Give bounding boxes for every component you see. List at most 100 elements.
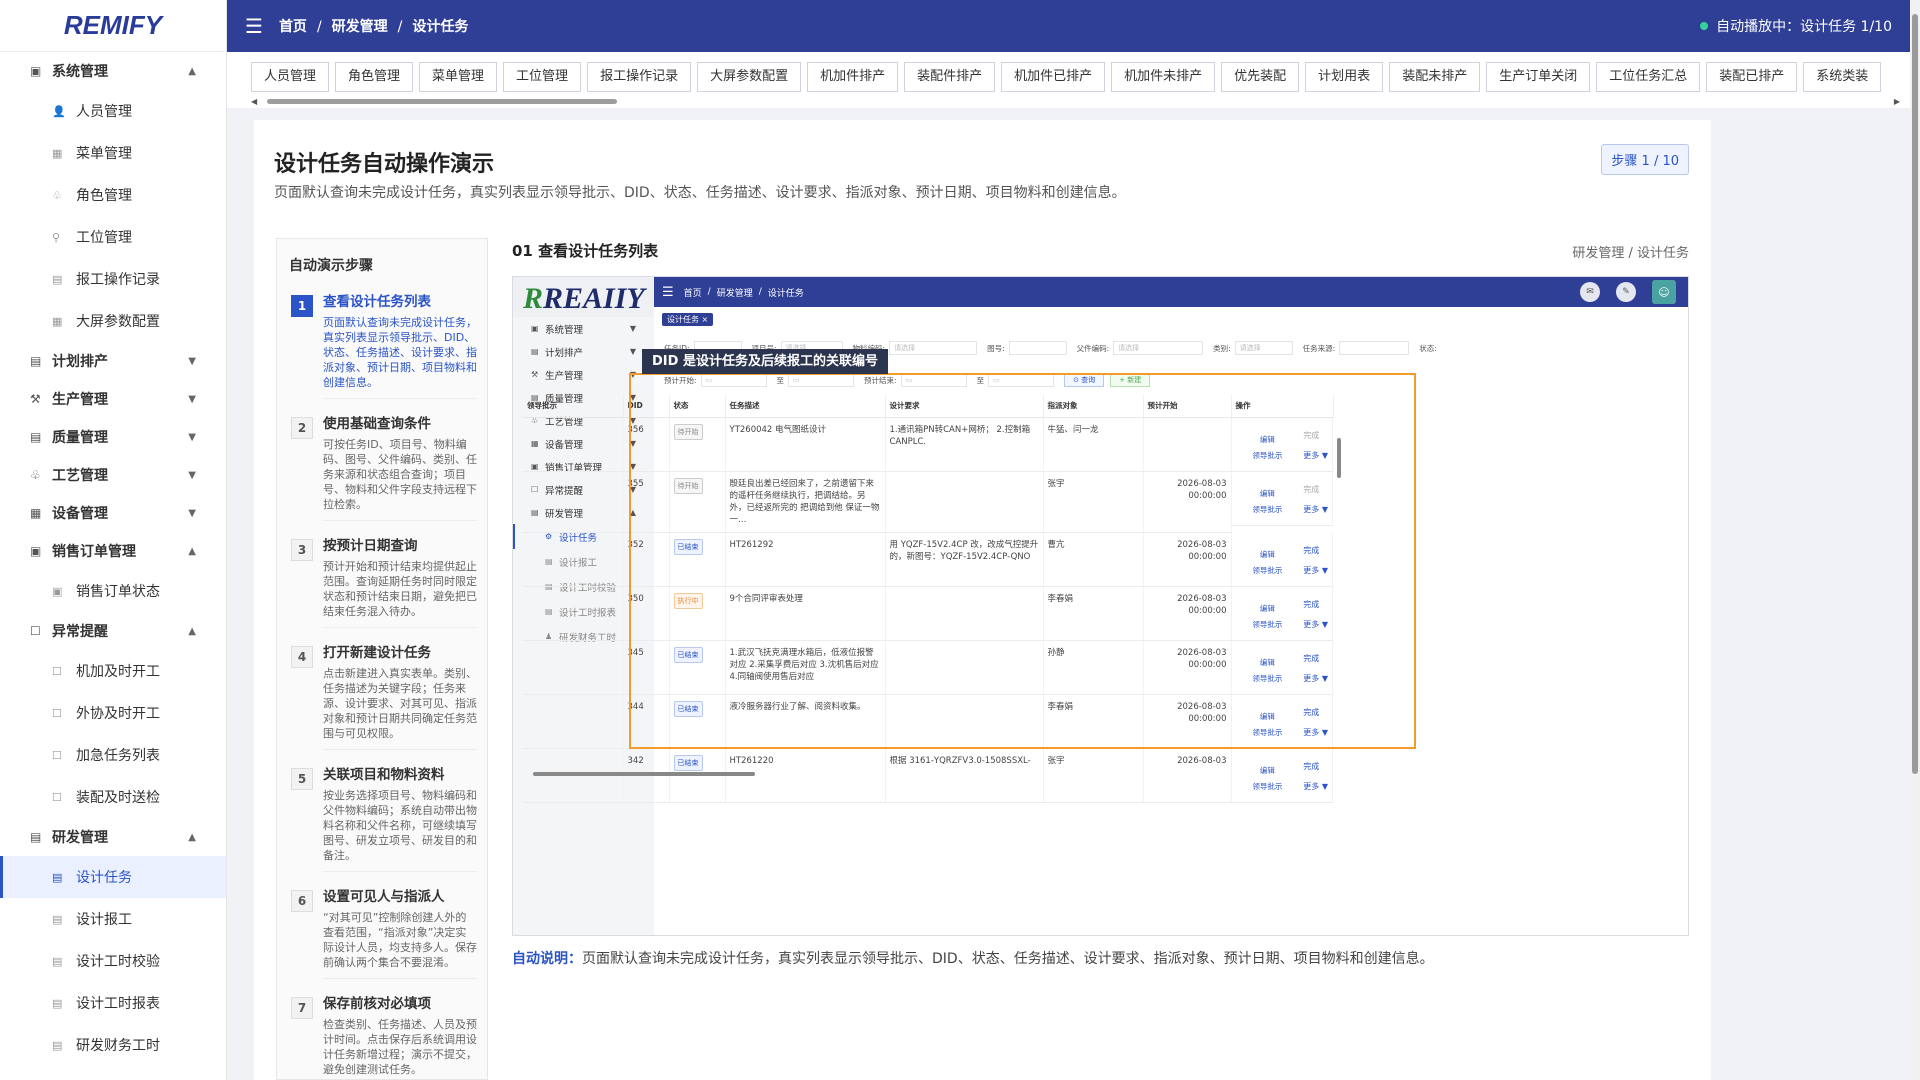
tab-tag[interactable]: 报工操作记录 [587,62,692,92]
tab-tag[interactable]: 角色管理 [335,62,414,92]
inner-cell-review [523,640,624,695]
page-scrollbar[interactable] [1910,0,1920,1080]
tab-tag[interactable]: 菜单管理 [419,62,498,92]
status-badge: 已结束 [673,755,703,771]
sidebar-item-label: 销售订单状态 [76,584,160,600]
sidebar-item-label: 设备管理 [52,506,108,522]
chevron-down-icon: ▼ [188,355,196,367]
inner-chevron-icon: ▼ [629,324,636,333]
sidebar-group[interactable]: ♧ 工艺管理 ▼ [0,456,226,494]
sidebar-item[interactable]: ▤ 设计工时校验 [0,940,226,982]
doc-icon: ▤ [52,1038,63,1052]
step-item[interactable]: 6 设置可见人与指派人 “对其可见”控制除创建人外的查看范围，“指派对象”决定实际设… [277,880,487,987]
sidebar-item[interactable]: ▦ 大屏参数配置 [0,300,226,342]
step-title: 按预计日期查询 [323,538,418,554]
sidebar-item[interactable]: ⚲ 工位管理 [0,216,226,258]
tab-tag[interactable]: 机加件已排产 [1001,62,1106,92]
doc-icon: ▤ [52,954,63,968]
breadcrumb-rd[interactable]: 研发管理 [332,19,388,35]
tab-tag[interactable]: 优先装配 [1221,62,1300,92]
inner-sidebar-icon: ⚒ [531,370,539,379]
sidebar-group[interactable]: ▤ 计划排产 ▼ [0,342,226,380]
sidebar-item[interactable]: ▤ 设计工时报表 [0,982,226,1024]
inner-chevron-icon: ▼ [629,347,636,356]
inner-filter-input: 请选择 [889,341,978,355]
tab-tag[interactable]: 工位管理 [503,62,582,92]
sidebar-item[interactable]: 👤 人员管理 [0,90,226,132]
checkbox-icon: ☐ [52,664,62,678]
sidebar-item-label: 工位管理 [76,230,132,246]
sidebar-group[interactable]: ⚒ 生产管理 ▼ [0,380,226,418]
sidebar-item[interactable]: ▤ 报工操作记录 [0,258,226,300]
sidebar-group[interactable]: ▣ 销售订单管理 ▲ [0,532,226,570]
page-scrollbar-thumb[interactable] [1912,14,1918,774]
step-item[interactable]: 4 打开新建设计任务 点击新建进入真实表单。类别、任务描述为关键字段；任务来源、设计… [277,636,487,758]
inner-top-bar: ☰ 首页 / 研发管理 / 设计任务 ✉ ✎ ☺ [654,277,1688,307]
sidebar-group[interactable]: ▣ 系统管理 ▲ [0,52,226,90]
menu-toggle-icon[interactable]: ☰ [245,14,263,38]
sidebar-group[interactable]: ▤ 质量管理 ▼ [0,418,226,456]
tab-tag[interactable]: 装配已排产 [1706,62,1798,92]
step-item[interactable]: 2 使用基础查询条件 可按任务ID、项目号、物料编码、图号、父件编码、类别、任务来源… [277,407,487,529]
tag-list: 人员管理 角色管理 菜单管理 工位管理 报工操作记录 大屏参数配置 机加件排产 装配件排产 机加… [251,62,1887,92]
tags-scrollbar-thumb[interactable] [267,99,617,104]
step-item[interactable]: 7 保存前核对必填项 检查类别、任务描述、人员及预计时间。点击保存后系统调用设计任务… [277,987,487,1079]
inner-filter-label: 任务来源: [1302,343,1336,353]
chevron-up-icon: ▲ [188,65,196,77]
sidebar-item[interactable]: ☐ 机加及时开工 [0,650,226,692]
step-number: 5 [291,768,313,790]
current-step-title: 01 查看设计任务列表 [512,242,659,260]
sidebar-item-label: 工艺管理 [52,468,108,484]
tab-tag[interactable]: 机加件排产 [807,62,899,92]
tab-tag[interactable]: 机加件未排产 [1111,62,1216,92]
sidebar-item[interactable]: ▣ 销售订单状态 [0,570,226,612]
sidebar-group[interactable]: ▤ 研发管理 ▲ [0,818,226,856]
inner-breadcrumb-current: 设计任务 [767,288,804,299]
sidebar-item[interactable]: ☐ 装配及时送检 [0,776,226,818]
tab-tag[interactable]: 人员管理 [251,62,330,92]
status-dot-icon [1700,22,1709,30]
sidebar-group[interactable]: ▦ 设备管理 ▼ [0,494,226,532]
autoplay-status-text: 自动播放中：设计任务 1/10 [1716,19,1892,35]
sidebar-item[interactable]: ▤ 研发财务工时 [0,1024,226,1066]
tab-tag[interactable]: 系统类装 [1803,62,1882,92]
step-item[interactable]: 1 查看设计任务列表 页面默认查询未完成设计任务，真实列表显示领导批示、DID、状态… [277,285,487,407]
inner-cell-review [523,586,624,641]
tab-tag[interactable]: 大屏参数配置 [697,62,802,92]
doc-icon: ▤ [30,830,42,844]
tab-tag[interactable]: 装配未排产 [1389,62,1481,92]
tab-tag[interactable]: 计划用表 [1305,62,1384,92]
inner-tabs: 设计任务 × [654,307,1688,326]
sidebar-item-label: 人员管理 [76,104,132,120]
step-content: 打开新建设计任务 点击新建进入真实表单。类别、任务描述为关键字段；任务来源、设计要… [323,644,477,750]
chevron-down-icon: ▼ [188,431,196,443]
tab-tag[interactable]: 装配件排产 [904,62,996,92]
highlight-box [629,373,1416,749]
sidebar-item[interactable]: ☐ 外协及时开工 [0,692,226,734]
sidebar-item[interactable]: ▦ 菜单管理 [0,132,226,174]
sidebar-group[interactable]: ☐ 异常提醒 ▲ [0,612,226,650]
sidebar-item[interactable]: ▤ 设计任务 [0,856,226,898]
breadcrumb-home[interactable]: 首页 [279,19,307,35]
inner-sidebar-icon: ▣ [531,324,539,333]
grid-icon: ▦ [52,146,63,160]
tab-tag[interactable]: 生产订单关闭 [1486,62,1591,92]
chevron-up-icon: ▲ [188,545,196,557]
doc-icon: ▤ [52,996,63,1010]
scroll-left-icon[interactable]: ◀ [251,97,257,106]
inner-filter-input: 请选择 [1113,341,1204,355]
tags-scrollbar[interactable]: ◀ ▶ [251,97,1900,106]
square-icon: ▣ [52,584,63,598]
sidebar-item[interactable]: ▤ 设计报工 [0,898,226,940]
step-item[interactable]: 5 关联项目和物料资料 按业务选择项目号、物料编码和父件物料编码；系统自动带出物料名… [277,758,487,880]
sidebar-item[interactable]: ☐ 加急任务列表 [0,734,226,776]
scroll-right-icon[interactable]: ▶ [1894,97,1900,106]
top-bar: ☰ 首页 / 研发管理 / 设计任务 自动播放中：设计任务 1/10 [227,0,1910,52]
doc-icon: ▤ [30,354,42,368]
sidebar-item[interactable]: ♧ 角色管理 [0,174,226,216]
steps-heading: 自动演示步骤 [289,258,373,274]
step-item[interactable]: 3 按预计日期查询 预计开始和预计结束均提供起止范围。查询延期任务时同时限定状态和预… [277,529,487,636]
doc-icon: ▤ [30,430,42,444]
sidebar-item-label: 角色管理 [76,188,132,204]
tab-tag[interactable]: 工位任务汇总 [1596,62,1701,92]
